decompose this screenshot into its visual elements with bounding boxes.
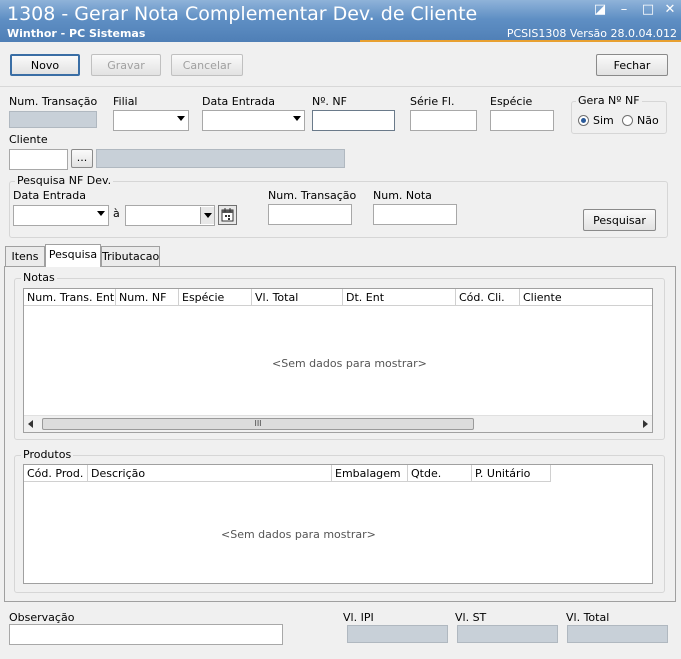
filial-label: Filial	[113, 95, 138, 108]
vl-ipi-field	[347, 625, 448, 643]
notas-hscrollbar[interactable]: III	[24, 415, 652, 432]
window-title: 1308 - Gerar Nota Complementar Dev. de C…	[7, 3, 478, 25]
minimize-icon[interactable]: –	[617, 3, 631, 16]
cliente-lookup-button[interactable]: ...	[71, 149, 93, 168]
restore-icon[interactable]: ◪	[593, 3, 607, 16]
notas-empty-message: <Sem dados para mostrar>	[272, 357, 427, 370]
chevron-down-icon	[97, 211, 105, 216]
gravar-button[interactable]: Gravar	[91, 54, 161, 76]
produtos-col-header[interactable]: Descrição	[88, 465, 332, 482]
sim-label: Sim	[593, 114, 614, 127]
notas-col-header[interactable]: Cliente	[520, 289, 652, 306]
num-transacao-label: Num. Transação	[9, 95, 98, 108]
data-entrada-label: Data Entrada	[202, 95, 275, 108]
pesquisa-num-transacao-input[interactable]	[268, 204, 352, 225]
especie-input[interactable]	[490, 110, 554, 131]
produtos-col-header[interactable]: Embalagem	[332, 465, 408, 482]
vl-st-label: Vl. ST	[455, 611, 487, 624]
tab-itens[interactable]: Itens	[5, 246, 45, 266]
data-entrada-combo[interactable]	[202, 110, 305, 131]
especie-label: Espécie	[490, 95, 533, 108]
calendar-icon	[221, 208, 234, 222]
filial-combo[interactable]	[113, 110, 189, 131]
sim-radio[interactable]	[578, 115, 589, 126]
nao-radio[interactable]	[622, 115, 633, 126]
close-icon[interactable]: ✕	[663, 3, 677, 16]
cancelar-button[interactable]: Cancelar	[171, 54, 243, 76]
pesquisar-button[interactable]: Pesquisar	[583, 209, 656, 231]
accent-line	[360, 40, 681, 42]
serie-input[interactable]	[410, 110, 477, 131]
chevron-down-icon	[204, 213, 212, 218]
notas-col-header[interactable]: Cód. Cli.	[456, 289, 520, 306]
pesquisa-data-entrada-label: Data Entrada	[13, 189, 86, 202]
pesquisa-num-transacao-label: Num. Transação	[268, 189, 357, 202]
gera-nf-label: Gera Nº NF	[576, 94, 642, 107]
produtos-title: Produtos	[21, 448, 74, 461]
toolbar: Novo Gravar Cancelar Fechar	[0, 44, 681, 87]
serie-label: Série Fl.	[410, 95, 455, 108]
novo-button[interactable]: Novo	[10, 54, 80, 76]
nf-input[interactable]	[312, 110, 395, 131]
num-transacao-field	[9, 111, 97, 128]
vl-st-field	[457, 625, 558, 643]
scroll-right-icon[interactable]	[643, 420, 648, 428]
observacao-label: Observação	[9, 611, 75, 624]
produtos-grid[interactable]: Cód. Prod. Descrição Embalagem Qtde. P. …	[23, 464, 653, 584]
notas-col-header[interactable]: Num. NF	[116, 289, 179, 306]
title-bar: 1308 - Gerar Nota Complementar Dev. de C…	[0, 0, 681, 42]
data-fim-dropdown[interactable]	[200, 207, 214, 224]
notas-col-header[interactable]: Vl. Total	[252, 289, 343, 306]
cliente-code-input[interactable]	[9, 149, 68, 170]
gera-nf-group: Gera Nº NF Sim Não	[571, 94, 667, 134]
pesquisa-data-fim-combo[interactable]	[125, 205, 215, 226]
notas-title: Notas	[21, 271, 57, 284]
vl-ipi-label: Vl. IPI	[343, 611, 374, 624]
chevron-down-icon	[177, 116, 185, 121]
notas-col-header[interactable]: Dt. Ent	[343, 289, 456, 306]
nao-label: Não	[637, 114, 659, 127]
tab-tributacao[interactable]: Tributacao	[101, 246, 160, 266]
maximize-icon[interactable]: □	[641, 3, 655, 16]
pesquisa-group-title: Pesquisa NF Dev.	[15, 174, 114, 187]
cliente-name-field	[96, 149, 345, 168]
tab-pesquisa[interactable]: Pesquisa	[45, 244, 101, 267]
notas-col-header[interactable]: Espécie	[179, 289, 252, 306]
calendar-button[interactable]	[218, 205, 237, 225]
version-label: PCSIS1308 Versão 28.0.04.012	[506, 27, 677, 40]
produtos-col-header[interactable]: Cód. Prod.	[24, 465, 88, 482]
chevron-down-icon	[293, 116, 301, 121]
cliente-label: Cliente	[9, 133, 48, 146]
notas-col-header[interactable]: Num. Trans. Ent.	[24, 289, 116, 306]
vl-total-label: Vl. Total	[566, 611, 610, 624]
produtos-col-header[interactable]: Qtde.	[408, 465, 472, 482]
scroll-thumb[interactable]: III	[42, 418, 474, 430]
scroll-left-icon[interactable]	[28, 420, 33, 428]
nf-label: Nº. NF	[312, 95, 347, 108]
fechar-button[interactable]: Fechar	[596, 54, 668, 76]
produtos-empty-message: <Sem dados para mostrar>	[221, 528, 376, 541]
observacao-input[interactable]	[9, 624, 283, 645]
vl-total-field	[567, 625, 668, 643]
notas-grid[interactable]: Num. Trans. Ent. Num. NF Espécie Vl. Tot…	[23, 288, 653, 433]
pesquisa-data-inicio-combo[interactable]	[13, 205, 109, 226]
produtos-col-header[interactable]: P. Unitário	[472, 465, 551, 482]
window-subtitle: Winthor - PC Sistemas	[7, 27, 146, 40]
pesquisa-num-nota-label: Num. Nota	[373, 189, 432, 202]
pesquisa-a-label: à	[113, 207, 120, 220]
pesquisa-num-nota-input[interactable]	[373, 204, 457, 225]
